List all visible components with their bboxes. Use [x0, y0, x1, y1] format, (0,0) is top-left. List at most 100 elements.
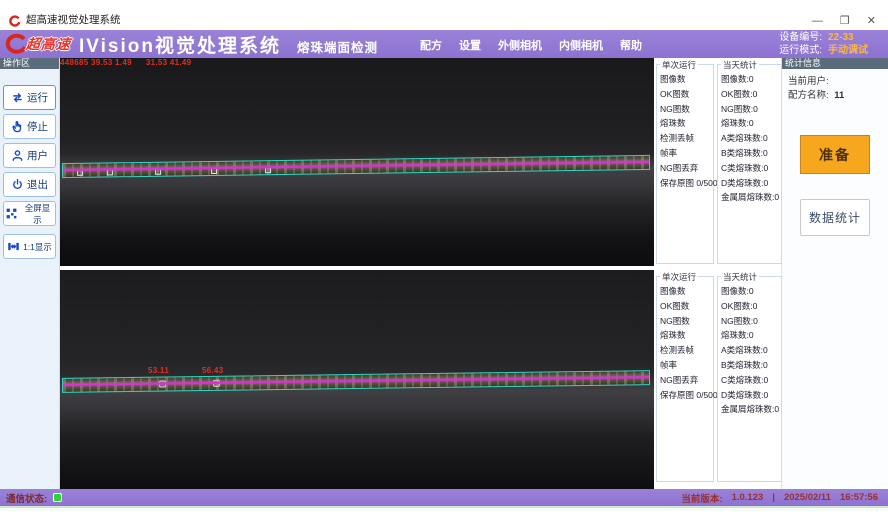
annotation-text: 56.43	[202, 366, 224, 375]
today-group-title: 当天统计	[721, 271, 759, 283]
stat-row: NG图数:0	[721, 314, 779, 329]
measure-box	[155, 169, 161, 175]
data-statistics-button[interactable]: 数据统计	[800, 199, 870, 236]
detected-bead-strip	[62, 155, 650, 178]
status-time: 16:57:56	[840, 492, 878, 503]
user-icon	[11, 149, 24, 162]
stat-row: 熔珠数:0	[721, 116, 779, 131]
stop-button-label: 停止	[27, 119, 48, 134]
hand-stop-icon	[11, 120, 24, 133]
power-icon	[11, 178, 24, 191]
stat-row: 帧率	[660, 358, 711, 373]
window-bottom-edge	[0, 506, 888, 522]
maximize-button[interactable]: ❐	[840, 16, 850, 27]
status-bar: 通信状态: 当前版本: 1.0.123 | 2025/02/11 16:57:5…	[0, 489, 888, 506]
measure-dot	[213, 380, 220, 387]
single-run-group-title: 单次运行	[660, 271, 698, 283]
window-title: 超高速视觉处理系统	[26, 12, 121, 27]
user-button-label: 用户	[27, 148, 48, 163]
stats-panel-outer: 单次运行 图像数OK图数NG图数熔珠数检测丢帧帧率NG图丢弃保存原图 0/500…	[656, 59, 780, 264]
measure-box	[107, 169, 113, 175]
menu-item-settings[interactable]: 设置	[459, 37, 481, 53]
single-run-rows: 图像数OK图数NG图数熔珠数检测丢帧帧率NG图丢弃保存原图 0/500	[657, 277, 713, 402]
window-titlebar: 超高速视觉处理系统 — ❐ ✕	[0, 0, 888, 30]
stat-row: 熔珠数	[660, 116, 711, 131]
operation-sidebar: 操作区 运行 停止	[0, 58, 60, 489]
stat-row: B类熔珠数:0	[721, 146, 779, 161]
device-id-value: 22-33	[828, 31, 880, 44]
stat-row: NG图数	[660, 314, 711, 329]
comm-status-label: 通信状态:	[6, 491, 47, 505]
one-to-one-button-label: 1:1显示	[23, 241, 52, 253]
stat-row: C类熔珠数:0	[721, 161, 779, 176]
status-date: 2025/02/11	[784, 492, 831, 503]
single-run-rows: 图像数OK图数NG图数熔珠数检测丢帧帧率NG图丢弃保存原图 0/500	[657, 65, 713, 190]
annotation-text: 31.53 41.49	[146, 58, 192, 67]
recipe-name-label: 配方名称:	[788, 90, 829, 101]
separator: |	[772, 492, 775, 503]
run-mode-label: 运行模式:	[779, 44, 822, 57]
menu-item-outer-camera[interactable]: 外侧相机	[498, 37, 542, 53]
stat-row: NG图数	[660, 102, 711, 117]
camera-view-outer[interactable]: 448685 39.53 1.49 31.53 41.49	[60, 58, 654, 266]
app-logo-icon	[8, 14, 21, 27]
exit-button[interactable]: 退出	[3, 172, 56, 197]
menu-item-help[interactable]: 帮助	[620, 37, 642, 53]
measure-dot	[159, 380, 166, 387]
app-window: 超高速视觉处理系统 — ❐ ✕ 超高速 IVision视觉处理系统 熔珠端面检测…	[0, 0, 888, 522]
measure-box	[211, 168, 217, 174]
stop-button[interactable]: 停止	[3, 114, 56, 139]
measure-box	[265, 167, 271, 173]
main-content: 操作区 运行 停止	[0, 58, 888, 489]
annotation-text: 53.11	[148, 366, 169, 375]
stat-row: OK图数:0	[721, 299, 779, 314]
run-button[interactable]: 运行	[3, 85, 56, 110]
fullscreen-button-label: 全屏显示	[21, 202, 54, 226]
recipe-name-value: 11	[834, 90, 844, 101]
main-menu: 配方 设置 外侧相机 内侧相机 帮助	[420, 37, 642, 53]
stat-row: 熔珠数	[660, 328, 711, 343]
device-id-label: 设备编号:	[779, 31, 822, 44]
prepare-button[interactable]: 准备	[800, 135, 870, 174]
camera-views: 448685 39.53 1.49 31.53 41.49 53.11 56.4…	[60, 58, 654, 489]
brand-text: 超高速	[25, 34, 72, 54]
one-to-one-button[interactable]: 1:1显示	[3, 234, 56, 259]
app-header: 超高速 IVision视觉处理系统 熔珠端面检测 配方 设置 外侧相机 内侧相机…	[0, 30, 888, 58]
menu-item-inner-camera[interactable]: 内侧相机	[559, 37, 603, 53]
stat-row: A类熔珠数:0	[721, 343, 779, 358]
menu-item-recipe[interactable]: 配方	[420, 37, 442, 53]
minimize-button[interactable]: —	[812, 16, 823, 27]
close-button[interactable]: ✕	[867, 16, 876, 27]
one-to-one-icon	[7, 240, 20, 253]
info-panel-title: 统计信息	[782, 58, 888, 69]
app-subtitle: 熔珠端面检测	[297, 37, 378, 56]
stat-row: B类熔珠数:0	[721, 358, 779, 373]
run-button-label: 运行	[27, 90, 48, 105]
stat-row: OK图数:0	[721, 87, 779, 102]
camera-view-inner[interactable]: 53.11 56.43	[60, 270, 654, 489]
stat-row: A类熔珠数:0	[721, 131, 779, 146]
stat-row: 图像数:0	[721, 284, 779, 299]
fullscreen-button[interactable]: 全屏显示	[3, 201, 56, 226]
stat-row: 帧率	[660, 146, 711, 161]
stat-row: 熔珠数:0	[721, 328, 779, 343]
stat-row: NG图数:0	[721, 102, 779, 117]
stat-row: NG图丢弃	[660, 373, 711, 388]
sidebar-title: 操作区	[0, 58, 59, 69]
stat-row: OK图数	[660, 299, 711, 314]
version-label: 当前版本:	[681, 491, 722, 505]
app-title: IVision视觉处理系统	[79, 31, 281, 58]
user-button[interactable]: 用户	[3, 143, 56, 168]
today-rows: 图像数:0OK图数:0NG图数:0熔珠数:0A类熔珠数:0B类熔珠数:0C类熔珠…	[718, 277, 781, 417]
stat-row: NG图丢弃	[660, 161, 711, 176]
exit-button-label: 退出	[27, 177, 48, 192]
stats-panel-inner: 单次运行 图像数OK图数NG图数熔珠数检测丢帧帧率NG图丢弃保存原图 0/500…	[656, 271, 780, 482]
stat-row: 图像数:0	[721, 72, 779, 87]
stat-row: 图像数	[660, 284, 711, 299]
measure-box	[77, 170, 83, 176]
today-rows: 图像数:0OK图数:0NG图数:0熔珠数:0A类熔珠数:0B类熔珠数:0C类熔珠…	[718, 65, 781, 205]
single-run-group-title: 单次运行	[660, 59, 698, 71]
annotation-text: 448685 39.53 1.49	[60, 58, 132, 67]
current-user-label: 当前用户:	[788, 76, 829, 87]
cycle-arrows-icon	[11, 91, 24, 104]
